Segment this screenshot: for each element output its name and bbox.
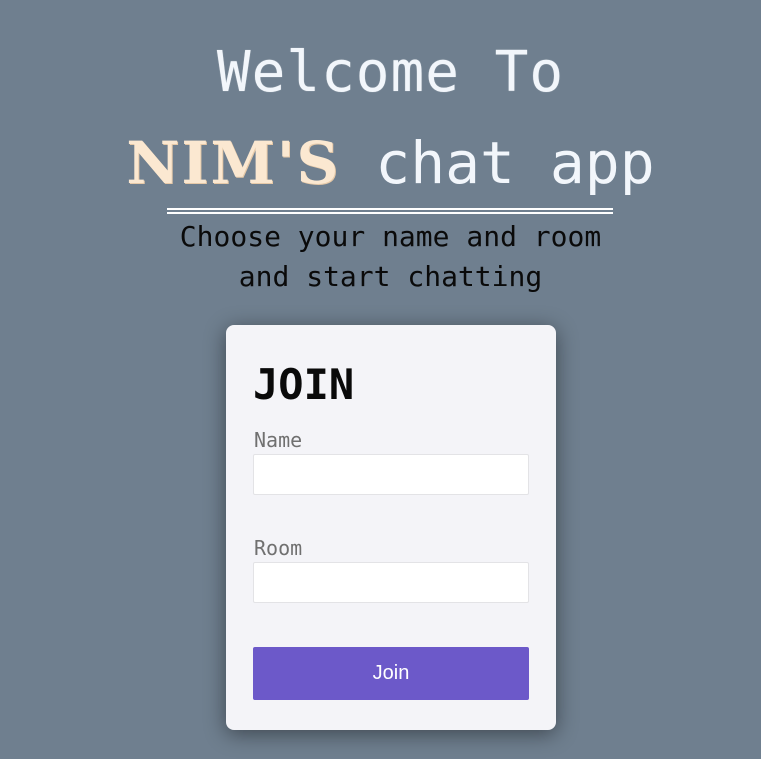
name-input[interactable] [253, 454, 529, 495]
join-card: JOIN Name Room Join [226, 325, 556, 730]
room-input[interactable] [253, 562, 529, 603]
subtitle: Choose your name and room and start chat… [0, 217, 761, 297]
subtitle-line-1: Choose your name and room [179, 220, 602, 253]
title-divider [167, 208, 613, 214]
app-title: NIM'S chat app [0, 128, 761, 198]
app-name: chat app [375, 129, 655, 197]
welcome-heading: Welcome To [216, 40, 565, 105]
join-button[interactable]: Join [253, 647, 529, 700]
brand-name: NIM'S [126, 129, 341, 197]
name-label: Name [254, 428, 303, 452]
subtitle-line-2: and start chatting [238, 260, 543, 293]
join-title: JOIN [253, 360, 355, 409]
room-label: Room [254, 536, 303, 560]
